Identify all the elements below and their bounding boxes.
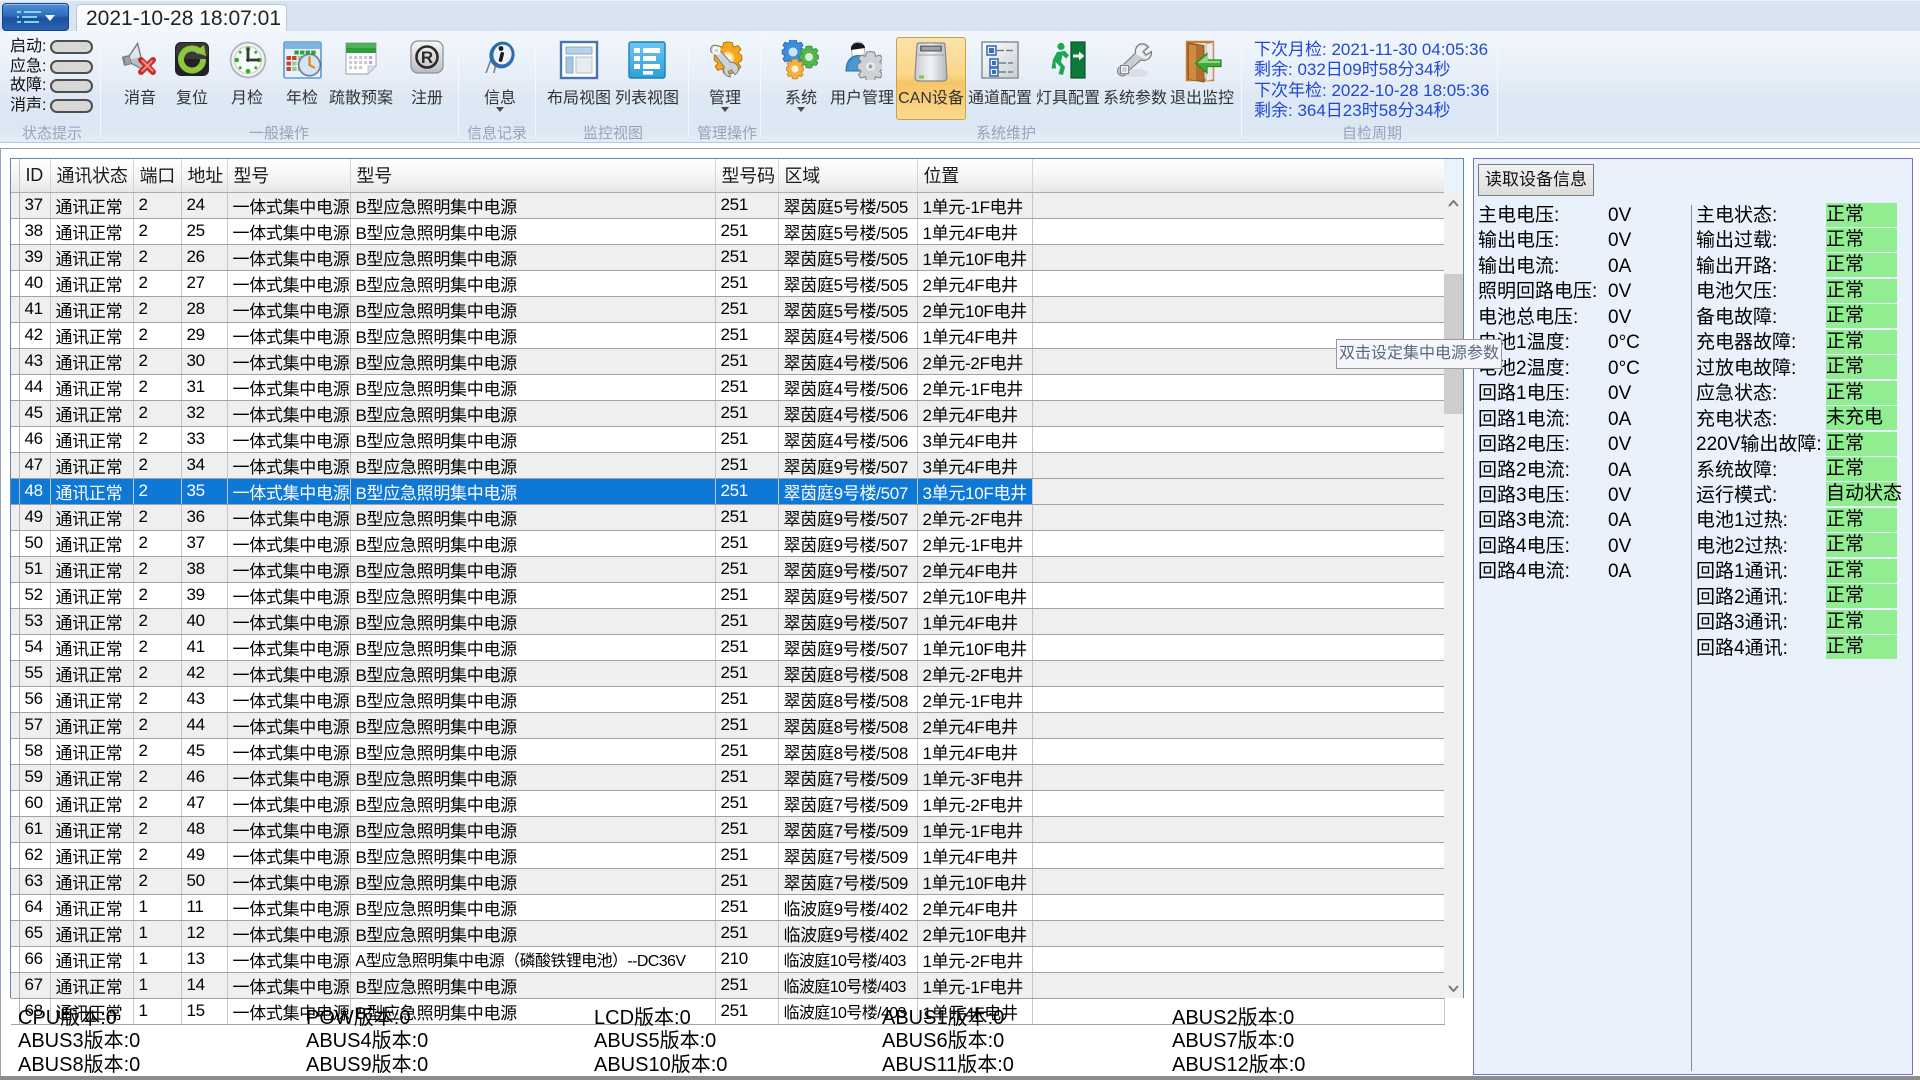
svg-text:R: R (421, 48, 433, 67)
